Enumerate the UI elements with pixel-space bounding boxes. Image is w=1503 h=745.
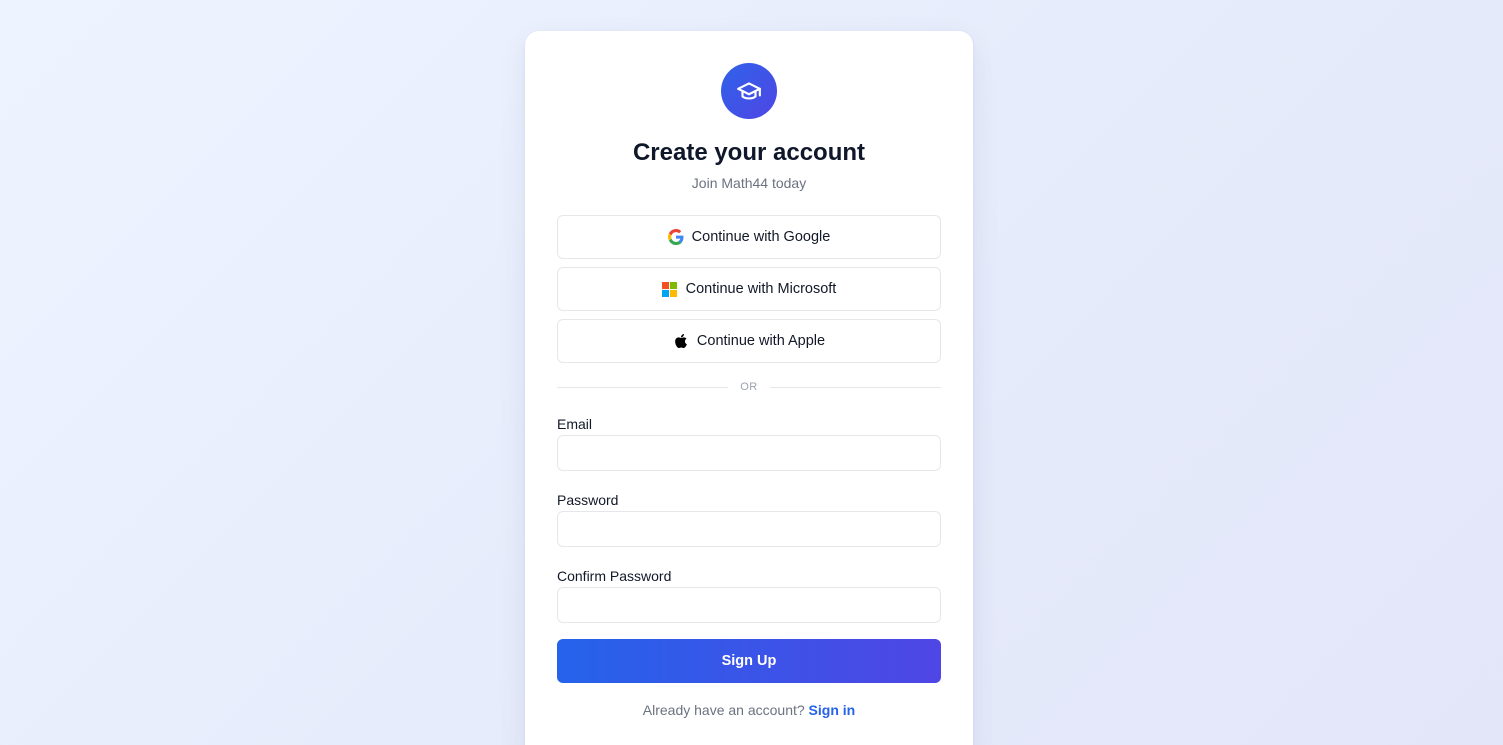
- apple-signin-button[interactable]: Continue with Apple: [557, 319, 941, 363]
- logo-badge: [721, 63, 777, 119]
- divider-label: OR: [740, 381, 758, 393]
- signup-card: Create your account Join Math44 today Co…: [525, 31, 973, 745]
- apple-signin-label: Continue with Apple: [696, 333, 826, 349]
- signin-prompt: Already have an account? Sign in: [525, 701, 973, 719]
- email-label: Email: [557, 416, 593, 432]
- email-field[interactable]: [557, 435, 941, 471]
- page-subtitle: Join Math44 today: [691, 175, 807, 191]
- google-icon: [667, 229, 684, 245]
- page-title: Create your account: [632, 139, 866, 166]
- google-signin-label: Continue with Google: [691, 229, 831, 245]
- microsoft-signin-label: Continue with Microsoft: [685, 281, 837, 297]
- sign-up-button[interactable]: Sign Up: [557, 639, 941, 683]
- or-divider: OR: [557, 379, 941, 395]
- signin-prompt-text: Already have an account?: [642, 702, 805, 718]
- google-signin-button[interactable]: Continue with Google: [557, 215, 941, 259]
- password-label: Password: [557, 492, 619, 508]
- divider-line-right: [769, 386, 941, 388]
- divider-line-left: [557, 386, 729, 388]
- microsoft-signin-button[interactable]: Continue with Microsoft: [557, 267, 941, 311]
- confirm-password-field[interactable]: [557, 587, 941, 623]
- sign-in-link[interactable]: Sign in: [809, 702, 856, 718]
- password-field[interactable]: [557, 511, 941, 547]
- microsoft-icon: [662, 281, 678, 297]
- graduation-cap-icon: [736, 78, 762, 104]
- confirm-password-label: Confirm Password: [557, 568, 672, 584]
- apple-icon: [673, 333, 689, 349]
